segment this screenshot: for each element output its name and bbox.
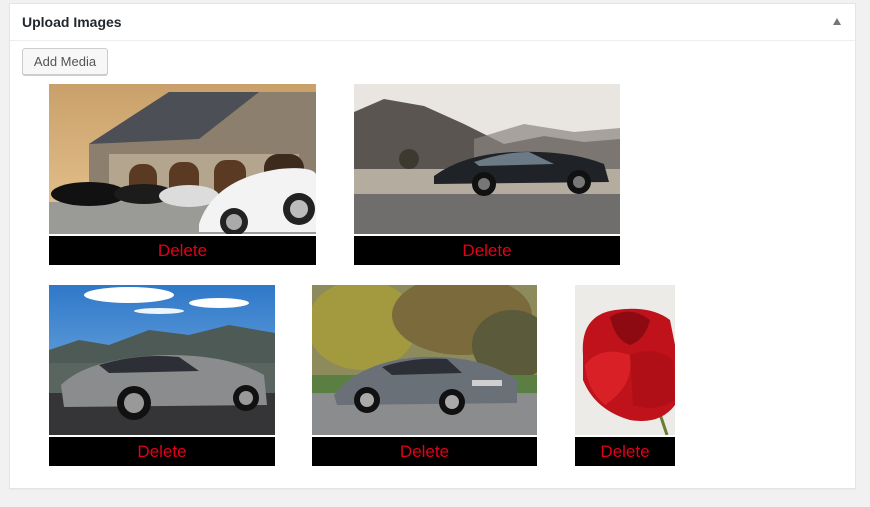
panel-header: Upload Images (10, 4, 855, 41)
image-item: Delete (575, 285, 675, 466)
image-thumbnail (312, 285, 537, 435)
upload-images-panel: Upload Images Add Media Delete Delete De… (9, 3, 856, 489)
panel-title: Upload Images (22, 14, 122, 30)
image-item: Delete (354, 84, 620, 265)
delete-button[interactable]: Delete (49, 236, 316, 265)
collapse-toggle-icon[interactable] (833, 18, 841, 25)
image-thumbnail (354, 84, 620, 234)
image-item: Delete (49, 84, 316, 265)
image-item: Delete (49, 285, 275, 466)
add-media-button[interactable]: Add Media (22, 48, 108, 75)
delete-button[interactable]: Delete (312, 437, 537, 466)
image-thumbnail (49, 285, 275, 435)
image-item: Delete (312, 285, 537, 466)
image-thumbnail (49, 84, 316, 234)
delete-button[interactable]: Delete (354, 236, 620, 265)
delete-button[interactable]: Delete (575, 437, 675, 466)
image-thumbnail (575, 285, 675, 435)
delete-button[interactable]: Delete (49, 437, 275, 466)
